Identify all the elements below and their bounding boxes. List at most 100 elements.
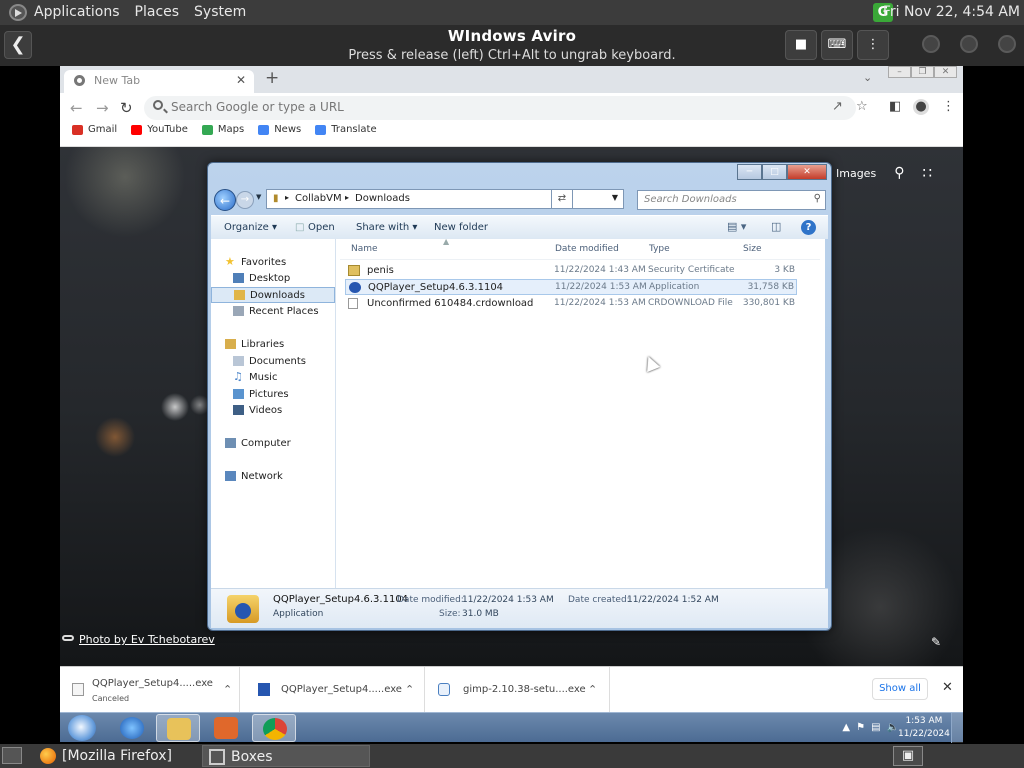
breadcrumb-collabvm[interactable]: CollabVM	[295, 193, 342, 204]
back-icon[interactable]: ←	[70, 99, 83, 117]
address-dropdown-icon[interactable]: ▼	[612, 193, 618, 202]
taskbar-firefox[interactable]: [Mozilla Firefox]	[34, 745, 200, 767]
menu-applications[interactable]: Applications	[34, 4, 120, 20]
bookmark-youtube[interactable]: YouTube	[131, 124, 188, 135]
search-downloads-input[interactable]: Search Downloads ⚲	[637, 190, 826, 210]
menu-places[interactable]: Places	[135, 4, 180, 20]
window-circle-maximize[interactable]	[960, 35, 978, 53]
tab-close-icon[interactable]: ✕	[236, 73, 246, 87]
file-row[interactable]: penis 11/22/2024 1:43 AM Security Certif…	[345, 263, 797, 279]
column-date-modified[interactable]: Date modified	[555, 244, 619, 254]
minimize-icon[interactable]: –	[888, 66, 911, 78]
new-folder-button[interactable]: New folder	[434, 222, 488, 233]
labs-flask-icon[interactable]: ⚲	[894, 165, 904, 181]
menu-system[interactable]: System	[194, 4, 246, 20]
nav-desktop[interactable]: Desktop	[211, 271, 335, 287]
share-with-button[interactable]: Share with ▾	[356, 222, 417, 233]
side-panel-icon[interactable]: ◧	[889, 99, 901, 114]
explorer-window[interactable]: ─ □ ✕ ← → ▼ ▮ ▸ CollabVM ▸ Downloads ▼ ⇄…	[207, 162, 832, 631]
vm-display[interactable]: New Tab ✕ + ⌄ – ❐ ✕ ← → ↻ Search Google …	[60, 66, 963, 712]
taskbar-boxes[interactable]: Boxes	[202, 745, 370, 767]
breadcrumb-chevron-icon[interactable]: ▸	[285, 193, 289, 202]
explorer-maximize-icon[interactable]: □	[762, 164, 787, 180]
bookmark-gmail[interactable]: Gmail	[72, 124, 117, 135]
share-icon[interactable]: ↗	[832, 99, 843, 114]
column-size[interactable]: Size	[743, 244, 761, 254]
nav-documents[interactable]: Documents	[211, 354, 335, 370]
header-divider	[340, 259, 820, 260]
taskbar-ie[interactable]	[110, 714, 154, 742]
chevron-up-icon[interactable]: ⌃	[223, 683, 232, 696]
nav-recent-places[interactable]: Recent Places	[211, 304, 335, 320]
profile-avatar-icon[interactable]: ●	[913, 99, 929, 115]
show-all-button[interactable]: Show all	[872, 678, 928, 700]
preview-pane-icon[interactable]: ◫	[771, 220, 781, 233]
chrome-menu-icon[interactable]: ⋮	[942, 99, 955, 114]
flag-icon[interactable]: ⚑	[856, 722, 865, 733]
explorer-forward-icon[interactable]: →	[236, 191, 254, 209]
nav-network[interactable]: Network	[211, 469, 335, 485]
tray-expand-icon[interactable]: ▲	[842, 722, 850, 733]
open-button[interactable]: Open	[308, 222, 335, 233]
chevron-up-icon[interactable]: ⌃	[405, 683, 414, 696]
bookmark-maps[interactable]: Maps	[201, 124, 244, 135]
workspace-switcher-icon[interactable]: ▣	[893, 746, 923, 766]
bookmark-news[interactable]: News	[258, 124, 301, 135]
taskbar-explorer[interactable]	[156, 714, 200, 742]
bookmark-translate[interactable]: Translate	[315, 124, 377, 135]
new-tab-button[interactable]: +	[265, 68, 279, 88]
file-row[interactable]: Unconfirmed 610484.crdownload 11/22/2024…	[345, 296, 797, 312]
network-tray-icon[interactable]: ▤	[871, 722, 880, 733]
nav-libraries[interactable]: Libraries	[211, 337, 335, 353]
close-icon[interactable]: ✕	[942, 680, 953, 695]
refresh-icon[interactable]: ⇄	[551, 189, 573, 209]
nav-music[interactable]: ♫ Music	[211, 370, 335, 386]
reload-icon[interactable]: ↻	[120, 99, 133, 117]
top-clock[interactable]: Fri Nov 22, 4:54 AM	[883, 4, 1020, 20]
breadcrumb-chevron-icon[interactable]: ▸	[345, 193, 349, 202]
restore-icon[interactable]: ❐	[911, 66, 934, 78]
taskbar-media-player[interactable]	[204, 714, 248, 742]
recent-pages-chevron-icon[interactable]: ▼	[256, 193, 261, 201]
explorer-minimize-icon[interactable]: ─	[737, 164, 762, 180]
omnibox[interactable]: Search Google or type a URL ↗ ☆	[144, 96, 868, 120]
breadcrumb-downloads[interactable]: Downloads	[355, 193, 410, 204]
column-type[interactable]: Type	[649, 244, 670, 254]
taskbar-chrome[interactable]	[252, 714, 296, 742]
show-desktop-button[interactable]	[951, 713, 963, 743]
nav-computer[interactable]: Computer	[211, 436, 335, 452]
change-view-icon[interactable]: ▤ ▾	[727, 220, 746, 233]
stop-icon[interactable]: ■	[785, 30, 817, 60]
customize-pencil-icon[interactable]: ✎	[931, 635, 941, 649]
images-link[interactable]: Images	[836, 167, 876, 180]
close-icon[interactable]: ✕	[934, 66, 957, 78]
gnome-menu-icon[interactable]	[9, 4, 27, 21]
apps-grid-icon[interactable]: ∷	[922, 164, 932, 182]
nav-favorites[interactable]: ★ Favorites	[211, 255, 335, 271]
show-desktop-icon[interactable]	[2, 747, 22, 764]
forward-icon[interactable]: →	[96, 99, 109, 117]
organize-button[interactable]: Organize ▾	[224, 222, 277, 233]
nav-pictures[interactable]: Pictures	[211, 387, 335, 403]
download-item[interactable]: QQPlayer_Setup4.....exe ⌃	[240, 667, 425, 712]
download-item[interactable]: gimp-2.10.38-setu....exe ⌃	[425, 667, 610, 712]
tab-search-chevron-icon[interactable]: ⌄	[863, 71, 872, 84]
win7-clock[interactable]: 1:53 AM 11/22/2024	[898, 715, 950, 741]
keyboard-icon[interactable]: ⌨	[821, 30, 853, 60]
column-name[interactable]: Name	[351, 244, 378, 254]
tab-new-tab[interactable]: New Tab ✕	[64, 70, 254, 93]
explorer-back-icon[interactable]: ←	[214, 189, 236, 211]
window-circle-minimize[interactable]	[922, 35, 940, 53]
bookmark-star-icon[interactable]: ☆	[856, 99, 868, 114]
start-orb-icon[interactable]	[68, 715, 96, 741]
window-circle-close[interactable]	[998, 35, 1016, 53]
download-item[interactable]: QQPlayer_Setup4.....exe Canceled ⌃	[60, 667, 240, 712]
menu-dots-icon[interactable]: ⋮	[857, 30, 889, 60]
nav-downloads[interactable]: Downloads	[211, 287, 335, 303]
help-icon[interactable]: ?	[801, 220, 816, 235]
nav-videos[interactable]: Videos	[211, 403, 335, 419]
chevron-up-icon[interactable]: ⌃	[588, 683, 597, 696]
file-row[interactable]: QQPlayer_Setup4.6.3.1104 11/22/2024 1:53…	[345, 279, 797, 295]
photo-credit-link[interactable]: Photo by Ev Tchebotarev	[79, 633, 215, 646]
explorer-close-icon[interactable]: ✕	[787, 164, 827, 180]
